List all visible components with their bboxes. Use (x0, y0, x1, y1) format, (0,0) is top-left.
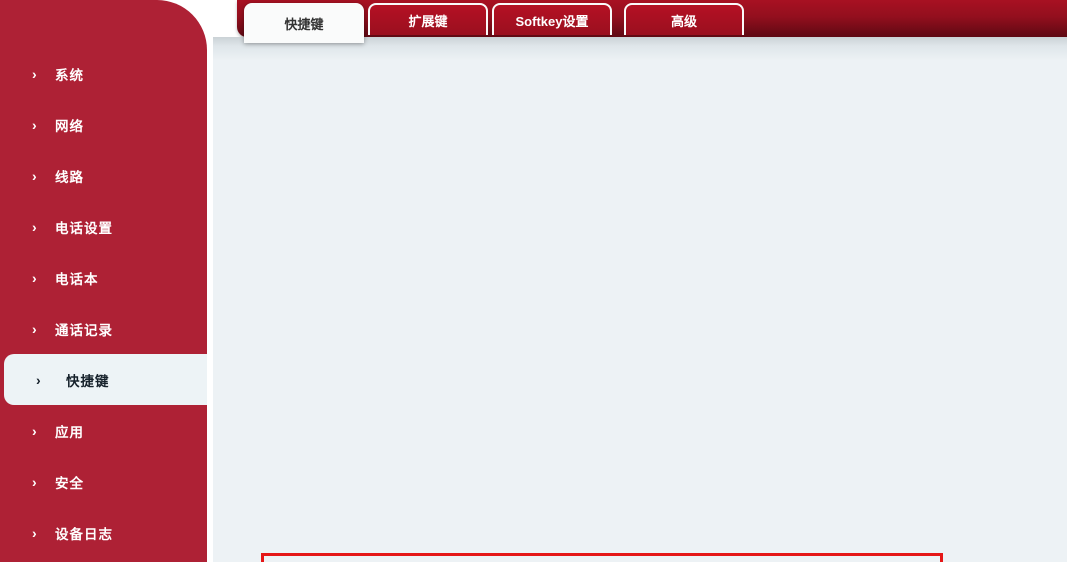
chevron-right-icon: › (32, 118, 46, 132)
sidebar-item-system[interactable]: › 系统 (0, 48, 207, 99)
sidebar-item-label: 电话本 (55, 268, 99, 288)
chevron-right-icon: › (32, 271, 46, 285)
sidebar-item-phone-settings[interactable]: › 电话设置 (0, 201, 207, 252)
sidebar-item-device-log[interactable]: › 设备日志 (0, 507, 207, 558)
sidebar-item-label: 系统 (55, 64, 84, 84)
chevron-right-icon: › (36, 373, 50, 387)
chevron-right-icon: › (32, 475, 46, 489)
sidebar-item-line[interactable]: › 线路 (0, 150, 207, 201)
tab-label: 扩展键 (408, 11, 447, 30)
sidebar: › 系统 › 网络 › 线路 › 电话设置 › 电话本 › 通话记录 › 快捷键… (0, 0, 207, 562)
sidebar-item-label: 设备日志 (55, 523, 113, 543)
sidebar-item-network[interactable]: › 网络 (0, 99, 207, 150)
sidebar-item-security[interactable]: › 安全 (0, 456, 207, 507)
sidebar-menu: › 系统 › 网络 › 线路 › 电话设置 › 电话本 › 通话记录 › 快捷键… (0, 48, 207, 558)
sidebar-item-function-key[interactable]: › 快捷键 (4, 354, 207, 405)
main-content (213, 37, 1067, 562)
chevron-right-icon: › (32, 424, 46, 438)
tab-extension-key[interactable]: 扩展键 (368, 3, 488, 35)
chevron-right-icon: › (32, 220, 46, 234)
sidebar-item-label: 快捷键 (66, 370, 110, 390)
chevron-right-icon: › (32, 526, 46, 540)
sidebar-item-label: 通话记录 (55, 319, 113, 339)
tab-label: 高级 (671, 11, 697, 30)
tab-label: 快捷键 (284, 14, 323, 33)
sidebar-item-phonebook[interactable]: › 电话本 (0, 252, 207, 303)
tab-bar: 快捷键 扩展键 Softkey设置 高级 (244, 3, 748, 43)
tab-advanced[interactable]: 高级 (624, 3, 744, 35)
tab-softkey-settings[interactable]: Softkey设置 (492, 3, 612, 35)
chevron-right-icon: › (32, 67, 46, 81)
sidebar-item-label: 应用 (55, 421, 84, 441)
tab-function-key[interactable]: 快捷键 (244, 3, 364, 43)
sidebar-item-label: 电话设置 (55, 217, 113, 237)
sidebar-item-label: 线路 (55, 166, 84, 186)
tab-label: Softkey设置 (516, 11, 589, 30)
sidebar-item-label: 安全 (55, 472, 84, 492)
sidebar-item-label: 网络 (55, 115, 84, 135)
sidebar-item-application[interactable]: › 应用 (0, 405, 207, 456)
chevron-right-icon: › (32, 169, 46, 183)
sidebar-item-call-logs[interactable]: › 通话记录 (0, 303, 207, 354)
chevron-right-icon: › (32, 322, 46, 336)
